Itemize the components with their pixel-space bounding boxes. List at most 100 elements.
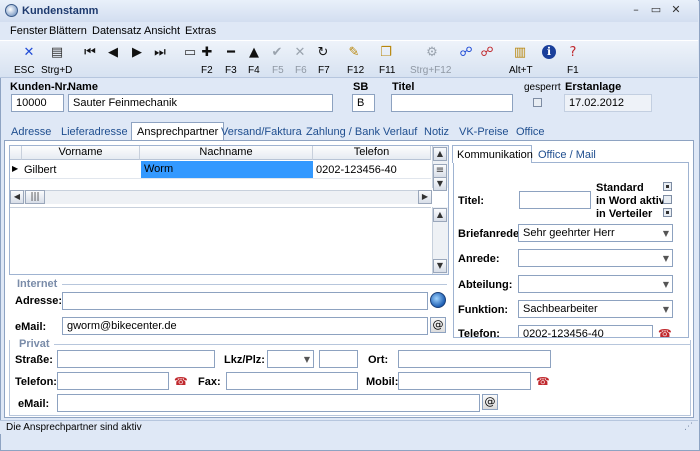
sb-field[interactable]: B <box>352 94 375 112</box>
privat-group-line <box>54 344 691 345</box>
tab-zahlung-bank[interactable]: Zahlung / Bank <box>306 126 380 138</box>
privat-telefon-field[interactable] <box>57 372 169 390</box>
search-people-icon[interactable]: ☍ <box>458 45 474 61</box>
tab-adresse[interactable]: Adresse <box>11 126 51 138</box>
fax-label: Fax: <box>198 376 221 388</box>
scroll-down-icon[interactable]: ▼ <box>433 177 447 191</box>
anrede-select[interactable]: ▼ <box>518 249 673 267</box>
last-record-icon[interactable]: ⏭ <box>152 45 168 61</box>
phone-dial-icon[interactable]: ☎ <box>658 327 672 337</box>
delete-record-icon[interactable]: ━ <box>223 45 239 61</box>
send-email-icon[interactable]: @ <box>430 317 446 333</box>
next-record-icon[interactable]: ▶ <box>129 45 145 61</box>
menu-datensatz[interactable]: Datensatz <box>92 25 142 37</box>
chevron-down-icon: ▼ <box>662 254 669 263</box>
phone-dial-icon[interactable]: ☎ <box>536 375 550 388</box>
lkz-select[interactable]: ▼ <box>267 350 314 368</box>
fax-field[interactable] <box>226 372 358 390</box>
strasse-field[interactable] <box>57 350 215 368</box>
name-label: Name <box>68 81 98 93</box>
resize-grip-icon[interactable]: ⋰ <box>684 422 693 432</box>
grid-header-vorname[interactable]: Vorname <box>22 146 140 160</box>
detail-scroll-down-icon[interactable]: ▼ <box>433 259 447 273</box>
esc-label: ESC <box>14 65 35 76</box>
refresh-icon[interactable]: ↻ <box>315 45 331 61</box>
grid-header-nachname[interactable]: Nachname <box>140 146 313 160</box>
standard-checkbox[interactable] <box>663 182 672 191</box>
hierarchy-icon[interactable]: ⚙ <box>424 45 440 61</box>
tab-ansprechpartner[interactable]: Ansprechpartner <box>131 122 225 141</box>
f12-label: F12 <box>347 65 365 76</box>
grid-cell-telefon[interactable]: 0202-123456-40 <box>316 164 397 176</box>
tab-notiz[interactable]: Notiz <box>424 126 449 138</box>
scroll-left-icon[interactable]: ◀ <box>10 190 24 204</box>
clear-filter-icon[interactable]: ✎ <box>346 45 362 61</box>
tab-vk-preise[interactable]: VK-Preise <box>459 126 509 138</box>
verteiler-checkbox[interactable] <box>663 208 672 217</box>
mobil-field[interactable] <box>398 372 531 390</box>
cancel-x-icon[interactable]: ✕ <box>292 45 308 61</box>
grid-header-telefon[interactable]: Telefon <box>313 146 431 160</box>
funktion-select[interactable]: Sachbearbeiter ▼ <box>518 300 673 318</box>
menu-blaettern[interactable]: Blättern <box>49 25 87 37</box>
globe-icon[interactable] <box>430 292 446 308</box>
word-aktiv-checkbox[interactable] <box>663 195 672 204</box>
kunden-nr-label: Kunden-Nr. <box>10 81 70 93</box>
close-icon[interactable]: ✕ <box>668 3 684 17</box>
internet-group-line <box>62 284 447 285</box>
scroll-right-icon[interactable]: ▶ <box>418 190 432 204</box>
komm-telefon-label: Telefon: <box>458 328 500 337</box>
tab-office[interactable]: Office <box>516 126 545 138</box>
help-icon[interactable]: ? <box>565 45 581 61</box>
copy-icon[interactable]: ❐ <box>378 45 394 61</box>
edit-record-icon[interactable]: ▲ <box>246 45 262 61</box>
scroll-thumb[interactable]: ≡ <box>433 164 447 178</box>
maximize-icon[interactable]: ▭ <box>648 3 664 17</box>
tab-office-mail[interactable]: Office / Mail <box>538 149 596 161</box>
menu-extras[interactable]: Extras <box>185 25 216 37</box>
strg-f12-label: Strg+F12 <box>410 65 452 76</box>
prev-record-icon[interactable]: ◀ <box>105 45 121 61</box>
grid-detail-divider <box>10 207 431 208</box>
save-check-icon[interactable]: ✔ <box>269 45 285 61</box>
internet-adresse-field[interactable] <box>62 292 428 310</box>
detail-scroll-up-icon[interactable]: ▲ <box>433 208 447 222</box>
kunden-nr-field[interactable]: 10000 <box>11 94 64 112</box>
grid-hscrollbar[interactable] <box>10 190 432 204</box>
privat-email-field[interactable] <box>57 394 480 412</box>
first-record-icon[interactable]: ⏮ <box>82 45 98 61</box>
minimize-icon[interactable]: – <box>628 3 644 17</box>
komm-telefon-field[interactable]: 0202-123456-40 <box>518 325 653 337</box>
ort-field[interactable] <box>398 350 551 368</box>
menu-fenster[interactable]: Fenster <box>10 25 47 37</box>
titel-field[interactable] <box>391 94 513 112</box>
abteilung-select[interactable]: ▼ <box>518 275 673 293</box>
briefanrede-select[interactable]: Sehr geehrter Herr ▼ <box>518 224 673 242</box>
menu-ansicht[interactable]: Ansicht <box>144 25 180 37</box>
split-view-icon[interactable]: ▭ <box>182 45 198 61</box>
row-divider <box>10 178 431 179</box>
grid-cell-nachname[interactable]: Worm <box>141 161 313 178</box>
attachments-icon[interactable]: ▥ <box>512 45 528 61</box>
phone-dial-icon[interactable]: ☎ <box>174 375 188 388</box>
tab-lieferadresse[interactable]: Lieferadresse <box>61 126 128 138</box>
add-record-icon[interactable]: ✚ <box>199 45 215 61</box>
tab-versand-faktura[interactable]: Versand/Faktura <box>221 126 302 138</box>
funktion-value: Sachbearbeiter <box>523 303 598 315</box>
send-email-icon[interactable]: @ <box>482 394 498 410</box>
gesperrt-checkbox[interactable] <box>533 98 542 107</box>
hscroll-thumb[interactable]: ||| <box>25 190 45 204</box>
info-icon[interactable]: ℹ <box>542 45 556 59</box>
komm-titel-field[interactable] <box>519 191 591 209</box>
name-field[interactable]: Sauter Feinmechanik <box>68 94 333 112</box>
scroll-up-icon[interactable]: ▲ <box>433 147 447 161</box>
replace-people-icon[interactable]: ☍ <box>479 45 495 61</box>
grid-cell-vorname[interactable]: Gilbert <box>24 164 56 176</box>
esc-close-icon[interactable]: ✕ <box>21 45 37 61</box>
tab-kommunikation[interactable]: Kommunikation <box>452 145 533 163</box>
print-icon[interactable]: ▤ <box>49 45 65 61</box>
tab-verlauf[interactable]: Verlauf <box>383 126 417 138</box>
internet-email-field[interactable]: gworm@bikecenter.de <box>62 317 428 335</box>
privat-email-label: eMail: <box>18 398 50 410</box>
plz-field[interactable] <box>319 350 358 368</box>
